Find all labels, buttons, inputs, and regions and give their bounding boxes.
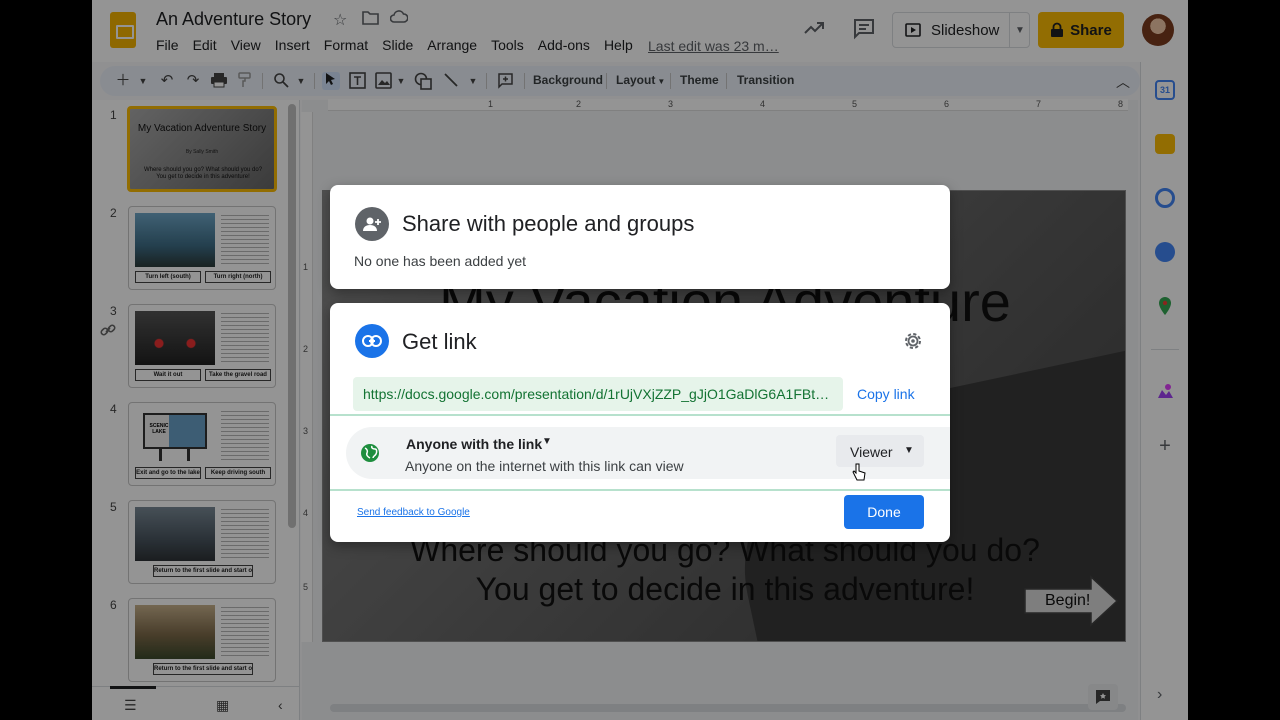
share-people-dialog[interactable]: Share with people and groups No one has … <box>330 185 950 289</box>
highlight-border <box>330 489 950 491</box>
gear-icon[interactable] <box>902 330 924 352</box>
share-dialog-subtitle: No one has been added yet <box>354 253 527 269</box>
share-dialog-title: Share with people and groups <box>402 211 695 236</box>
role-dropdown[interactable]: Viewer ▼ <box>836 435 924 467</box>
globe-icon <box>360 443 380 463</box>
copy-link-button[interactable]: Copy link <box>857 386 915 402</box>
role-label: Viewer <box>850 444 893 460</box>
get-link-title: Get link <box>402 329 477 354</box>
hand-cursor-icon <box>852 463 866 481</box>
done-button[interactable]: Done <box>844 495 924 529</box>
send-feedback-link[interactable]: Send feedback to Google <box>357 507 470 518</box>
highlight-border <box>330 414 950 416</box>
share-url-field[interactable]: https://docs.google.com/presentation/d/1… <box>353 377 843 411</box>
link-icon <box>355 324 389 358</box>
get-link-dialog: Get link https://docs.google.com/present… <box>330 303 950 542</box>
role-caret-icon: ▼ <box>904 445 914 456</box>
person-add-icon <box>355 207 389 241</box>
access-scope-dropdown[interactable]: Anyone with the link <box>406 436 542 452</box>
access-description: Anyone on the internet with this link ca… <box>405 458 684 474</box>
slides-app: An Adventure Story ☆ File Edit View Inse… <box>92 0 1188 720</box>
access-scope-caret-icon[interactable]: ▼ <box>542 436 552 447</box>
